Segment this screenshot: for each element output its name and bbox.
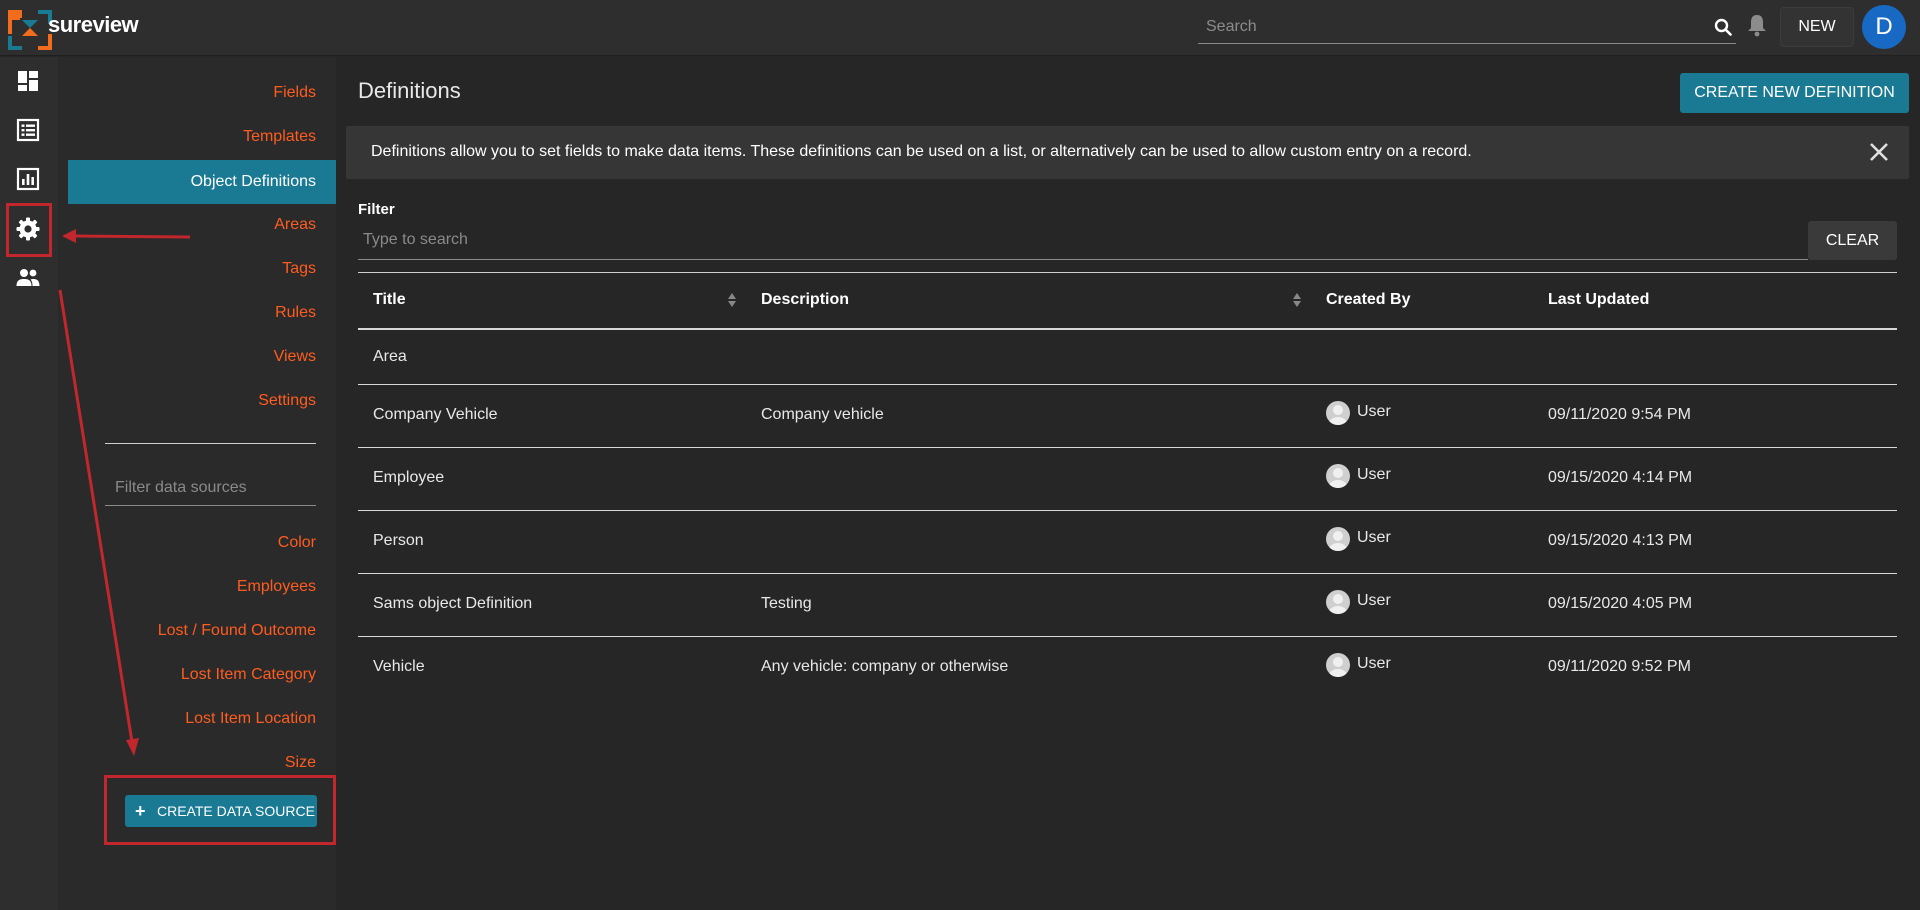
row-created-by: User (1357, 592, 1391, 609)
data-source-employees[interactable]: Employees (237, 578, 316, 596)
column-header-description[interactable]: Description (761, 291, 849, 309)
create-new-definition-button[interactable]: CREATE NEW DEFINITION (1680, 73, 1909, 113)
dashboard-icon[interactable] (15, 68, 41, 94)
user-avatar[interactable]: D (1862, 5, 1906, 49)
table-row[interactable]: Vehicle Any vehicle: company or otherwis… (358, 637, 1897, 700)
sidebar-item-rules[interactable]: Rules (275, 304, 316, 322)
table-row[interactable]: Person User 09/15/2020 4:13 PM (358, 511, 1897, 574)
table-row[interactable]: Sams object Definition Testing User 09/1… (358, 574, 1897, 637)
page-title: Definitions (358, 78, 461, 103)
data-source-filter-input[interactable] (105, 472, 316, 504)
column-header-last-updated: Last Updated (1548, 291, 1650, 308)
row-last-updated: 09/11/2020 9:54 PM (1548, 406, 1691, 423)
create-data-source-label: CREATE DATA SOURCE (157, 803, 315, 819)
user-avatar-icon (1326, 401, 1350, 425)
icon-rail (0, 57, 58, 910)
sidebar-item-settings[interactable]: Settings (258, 392, 316, 410)
bell-icon[interactable] (1746, 13, 1768, 37)
row-description: Testing (761, 595, 812, 612)
row-title: Area (373, 348, 407, 365)
new-button[interactable]: NEW (1780, 7, 1854, 47)
user-avatar-icon (1326, 464, 1350, 488)
row-created-by: User (1357, 466, 1391, 483)
create-data-source-button[interactable]: + CREATE DATA SOURCE (125, 795, 317, 827)
filter-field[interactable] (358, 222, 1808, 260)
data-source-lost-item-location[interactable]: Lost Item Location (185, 710, 316, 728)
global-search[interactable] (1198, 12, 1736, 44)
filter-label: Filter (358, 201, 395, 218)
search-input[interactable] (1198, 12, 1736, 42)
sureview-logo[interactable] (8, 6, 52, 50)
sort-icon[interactable] (727, 292, 737, 308)
data-source-lost-item-category[interactable]: Lost Item Category (181, 666, 316, 684)
row-created-by: User (1357, 655, 1391, 672)
user-avatar-icon (1326, 527, 1350, 551)
plus-icon: + (135, 801, 146, 821)
table-row[interactable]: Employee User 09/15/2020 4:14 PM (358, 448, 1897, 511)
user-avatar-icon (1326, 653, 1350, 677)
table-row[interactable]: Company Vehicle Company vehicle User 09/… (358, 385, 1897, 448)
data-source-color[interactable]: Color (278, 534, 316, 552)
table-row[interactable]: Area (358, 330, 1897, 385)
list-icon[interactable] (15, 117, 41, 143)
sidebar-item-tags[interactable]: Tags (282, 260, 316, 278)
row-last-updated: 09/15/2020 4:05 PM (1548, 595, 1693, 612)
sidebar-item-object-definitions[interactable]: Object Definitions (68, 160, 336, 204)
data-source-filter[interactable] (105, 472, 316, 506)
row-last-updated: 09/11/2020 9:52 PM (1548, 658, 1691, 675)
filter-input[interactable] (358, 222, 1808, 258)
row-created-by: User (1357, 529, 1391, 546)
close-icon[interactable] (1867, 140, 1891, 164)
row-title: Person (373, 532, 424, 549)
search-icon[interactable] (1714, 18, 1732, 36)
row-title: Vehicle (373, 658, 425, 675)
row-title: Employee (373, 469, 445, 486)
row-description: Any vehicle: company or otherwise (761, 658, 1009, 675)
data-source-size[interactable]: Size (285, 754, 316, 772)
info-banner: Definitions allow you to set fields to m… (346, 126, 1909, 179)
row-title: Sams object Definition (373, 595, 533, 612)
clear-button[interactable]: CLEAR (1808, 221, 1897, 260)
reports-icon[interactable] (15, 166, 41, 192)
data-source-lost-found-outcome[interactable]: Lost / Found Outcome (158, 622, 316, 640)
sidebar-item-templates[interactable]: Templates (243, 128, 316, 146)
row-description: Company vehicle (761, 406, 884, 423)
sidebar-item-views[interactable]: Views (274, 348, 316, 366)
row-last-updated: 09/15/2020 4:13 PM (1548, 532, 1693, 549)
brand-name: sureview (48, 12, 139, 37)
sidebar-item-areas[interactable]: Areas (274, 216, 316, 234)
sidebar-divider (105, 443, 316, 444)
settings-highlight-box (6, 203, 52, 257)
info-text: Definitions allow you to set fields to m… (371, 143, 1472, 160)
row-last-updated: 09/15/2020 4:14 PM (1548, 469, 1693, 486)
sort-icon[interactable] (1292, 292, 1302, 308)
people-icon[interactable] (15, 265, 41, 291)
sidebar-item-fields[interactable]: Fields (273, 84, 316, 102)
row-created-by: User (1357, 403, 1391, 420)
column-header-title[interactable]: Title (373, 291, 406, 309)
table-top-border (358, 272, 1897, 273)
row-title: Company Vehicle (373, 406, 498, 423)
user-avatar-icon (1326, 590, 1350, 614)
column-header-created-by: Created By (1326, 291, 1411, 308)
top-bar: sureview NEW D (0, 0, 1920, 56)
